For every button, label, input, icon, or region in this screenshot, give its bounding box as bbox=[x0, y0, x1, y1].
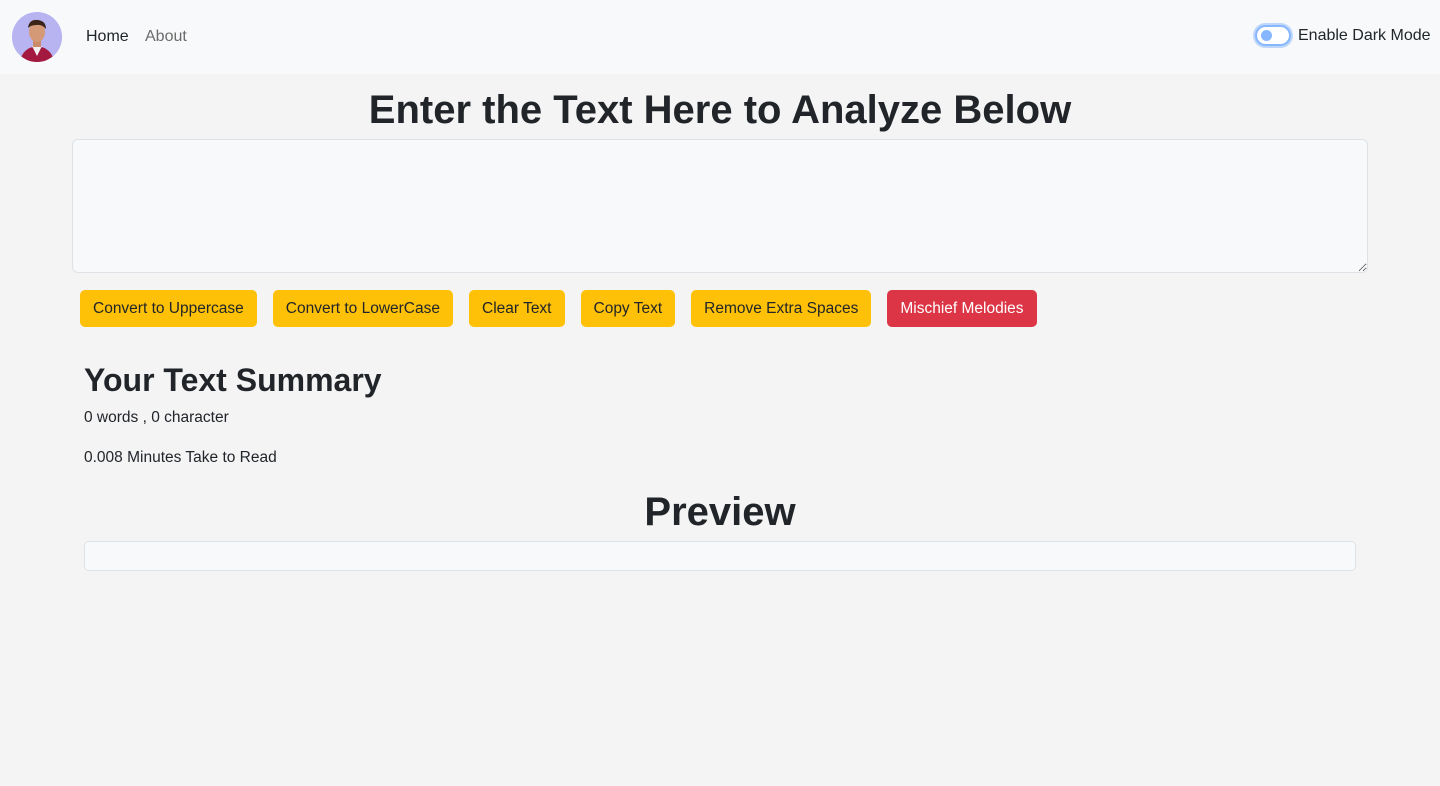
convert-lowercase-button[interactable]: Convert to LowerCase bbox=[272, 290, 453, 327]
action-buttons: Convert to Uppercase Convert to LowerCas… bbox=[80, 290, 1053, 327]
read-time: 0.008 Minutes Take to Read bbox=[84, 449, 277, 466]
preview-box bbox=[84, 541, 1356, 571]
clear-text-button[interactable]: Clear Text bbox=[469, 290, 565, 327]
switch-knob bbox=[1261, 30, 1272, 41]
preview-heading: Preview bbox=[644, 490, 796, 534]
navbar: Home About Enable Dark Mode bbox=[0, 0, 1440, 74]
dark-mode-toggle: Enable Dark Mode bbox=[1255, 25, 1431, 46]
summary-heading: Your Text Summary bbox=[84, 362, 382, 398]
nav-link-home[interactable]: Home bbox=[86, 27, 129, 47]
avatar[interactable] bbox=[12, 12, 62, 62]
text-input[interactable] bbox=[72, 139, 1368, 273]
remove-extra-spaces-button[interactable]: Remove Extra Spaces bbox=[691, 290, 872, 327]
mischief-melodies-button[interactable]: Mischief Melodies bbox=[887, 290, 1037, 327]
dark-mode-switch[interactable] bbox=[1255, 25, 1291, 46]
page-title: Enter the Text Here to Analyze Below bbox=[368, 88, 1072, 132]
convert-uppercase-button[interactable]: Convert to Uppercase bbox=[80, 290, 257, 327]
nav-link-about[interactable]: About bbox=[145, 27, 187, 47]
copy-text-button[interactable]: Copy Text bbox=[580, 290, 676, 327]
dark-mode-label[interactable]: Enable Dark Mode bbox=[1298, 27, 1431, 45]
avatar-image bbox=[12, 12, 62, 62]
word-character-count: 0 words , 0 character bbox=[84, 409, 229, 426]
